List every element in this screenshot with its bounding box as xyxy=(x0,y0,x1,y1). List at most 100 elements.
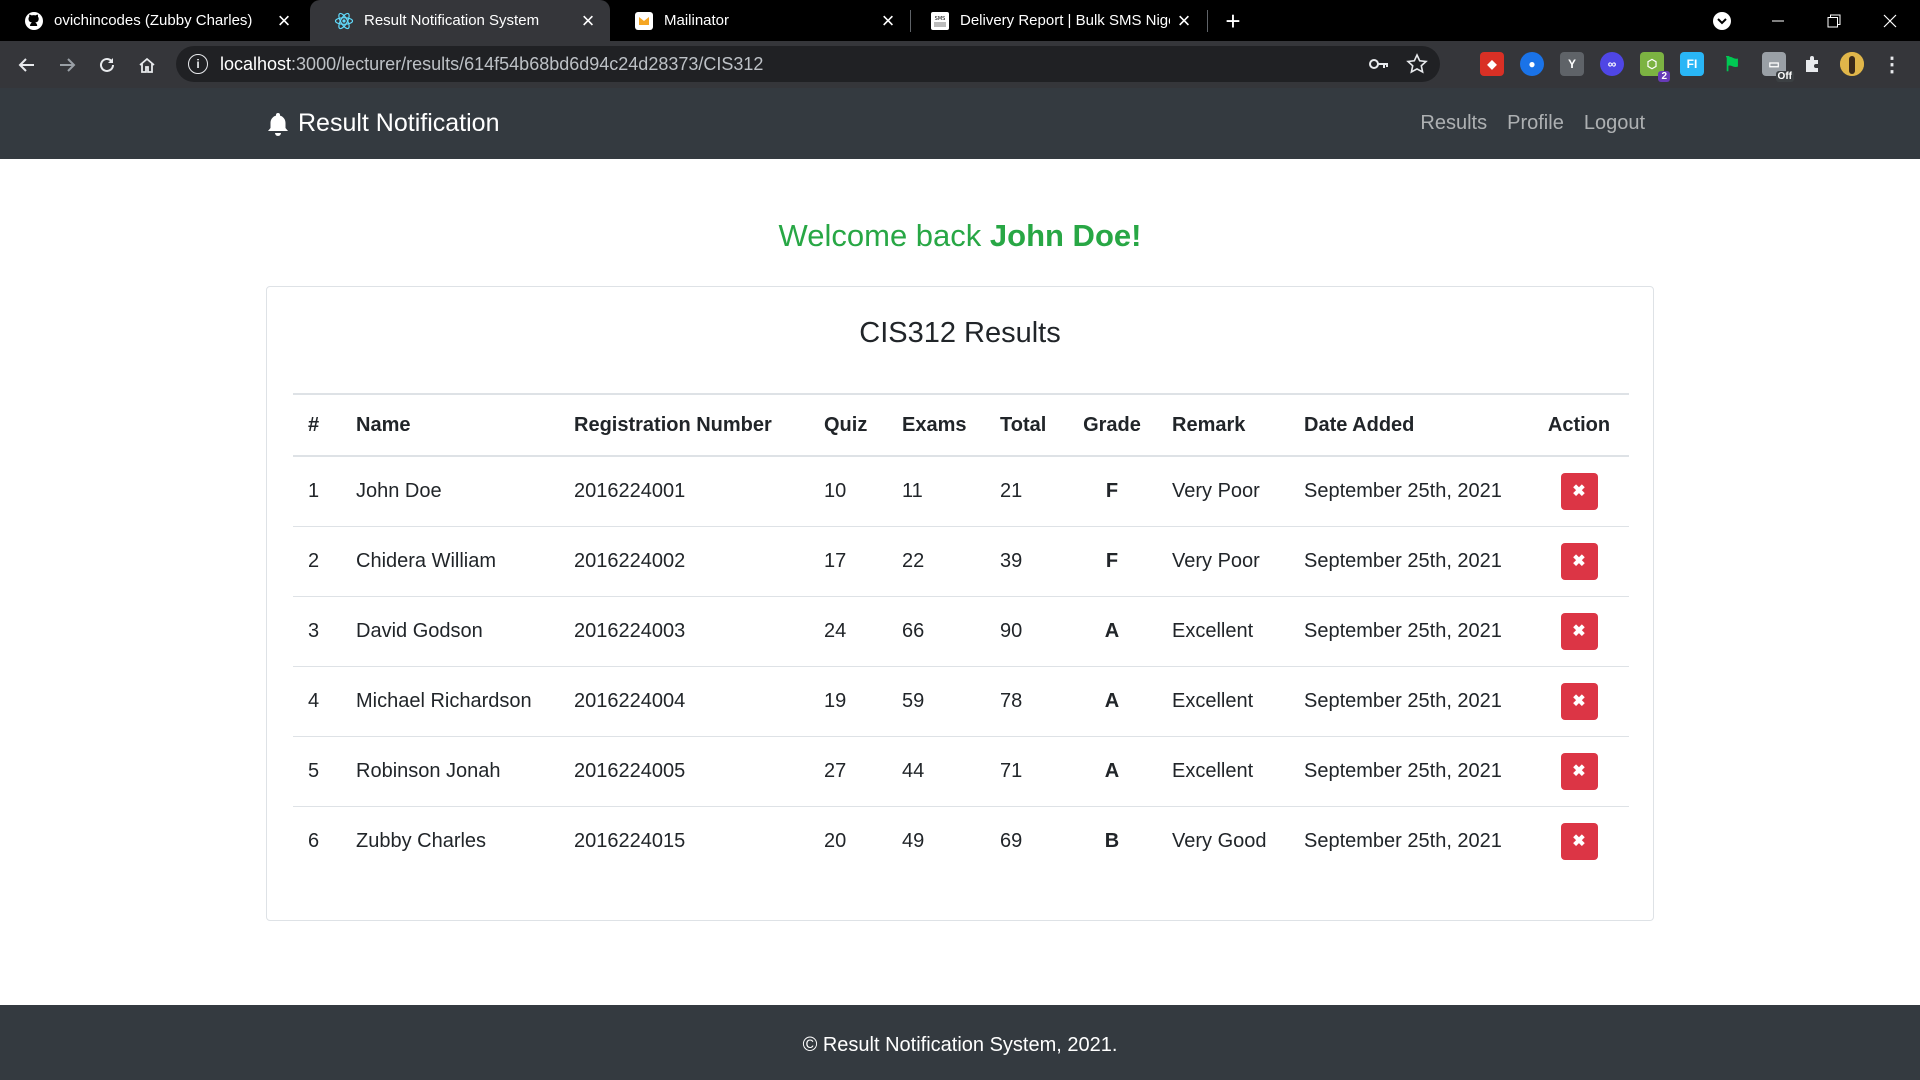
delete-button[interactable]: ✖ xyxy=(1560,612,1598,650)
cell-grade: F xyxy=(1067,526,1157,597)
col-reg-header: Registration Number xyxy=(559,393,809,457)
table-row: 5 Robinson Jonah 2016224005 27 44 71 A Excellen… xyxy=(293,736,1629,807)
brand-label: Result Notification xyxy=(298,109,500,137)
cell-num: 5 xyxy=(293,736,341,807)
cell-name: Robinson Jonah xyxy=(341,736,559,807)
cell-action: ✖ xyxy=(1529,736,1629,807)
restore-button[interactable] xyxy=(1806,0,1862,41)
tab-github[interactable]: ovichincodes (Zubby Charles) × xyxy=(0,0,306,41)
browser-tabstrip: ovichincodes (Zubby Charles) × Result No… xyxy=(0,0,1920,41)
delete-button[interactable]: ✖ xyxy=(1560,472,1598,510)
tab-search-button[interactable] xyxy=(1694,0,1750,41)
cell-reg: 2016224001 xyxy=(559,456,809,527)
close-window-button[interactable] xyxy=(1862,0,1918,41)
col-name-header: Name xyxy=(341,393,559,457)
tab-title: Result Notification System xyxy=(364,12,540,29)
cell-grade: A xyxy=(1067,736,1157,807)
cell-exams: 66 xyxy=(887,596,985,667)
cell-action: ✖ xyxy=(1529,806,1629,876)
cell-exams: 11 xyxy=(887,456,985,527)
back-button[interactable] xyxy=(11,49,43,81)
cell-remark: Excellent xyxy=(1157,596,1289,667)
cell-total: 90 xyxy=(985,596,1067,667)
ext-fi-icon[interactable]: FI xyxy=(1680,52,1704,76)
cell-grade: A xyxy=(1067,596,1157,667)
restore-icon xyxy=(1827,14,1841,27)
cell-exams: 59 xyxy=(887,666,985,737)
home-button[interactable] xyxy=(131,49,163,81)
delete-button[interactable]: ✖ xyxy=(1560,542,1598,580)
brand[interactable]: Result Notification xyxy=(266,88,499,159)
tab-title: Mailinator xyxy=(664,12,730,29)
cell-reg: 2016224015 xyxy=(574,829,686,852)
ext-y-icon[interactable]: Y xyxy=(1560,52,1584,76)
cell-action: ✖ xyxy=(1529,456,1629,527)
delete-button[interactable]: ✖ xyxy=(1560,752,1598,790)
nav-profile-link[interactable]: Profile xyxy=(1507,112,1564,135)
ext-globe-icon[interactable]: ● xyxy=(1520,52,1544,76)
cell-remark: Excellent xyxy=(1157,736,1289,807)
times-icon: ✖ xyxy=(1572,553,1586,570)
cell-total: 78 xyxy=(985,666,1067,737)
cell-num: 6 xyxy=(308,829,320,852)
cell-num: 4 xyxy=(293,666,341,737)
times-icon: ✖ xyxy=(1572,623,1586,640)
cell-grade: A xyxy=(1067,666,1157,737)
nav-logout-link[interactable]: Logout xyxy=(1584,112,1645,135)
tab-result-notification[interactable]: Result Notification System × xyxy=(310,0,610,41)
table-row: 6 Zubby Charles 2016224015 20 49 69 B Very Good… xyxy=(293,806,1629,876)
close-tab-icon[interactable]: × xyxy=(1170,7,1198,35)
home-icon xyxy=(139,57,155,73)
ext-label: FI xyxy=(1686,57,1698,71)
welcome-name: John Doe! xyxy=(989,218,1142,253)
extensions-puzzle-icon[interactable] xyxy=(1800,52,1824,76)
cell-total: 39 xyxy=(985,526,1067,597)
cell-name: John Doe xyxy=(341,456,559,527)
cell-action: ✖ xyxy=(1529,526,1629,597)
nav-results-link[interactable]: Results xyxy=(1420,112,1487,135)
cell-exams: 49 xyxy=(902,829,925,852)
ext-blue-icon[interactable]: ∞ xyxy=(1600,52,1624,76)
cell-exams: 22 xyxy=(887,526,985,597)
delete-button[interactable]: ✖ xyxy=(1560,822,1598,860)
cell-grade: F xyxy=(1067,456,1157,527)
cell-action: ✖ xyxy=(1529,666,1629,737)
col-exams-header: Exams xyxy=(887,393,985,457)
minimize-button[interactable] xyxy=(1750,0,1806,41)
arrow-left-icon xyxy=(18,58,34,72)
react-icon xyxy=(334,11,354,31)
cell-num: 2 xyxy=(293,526,341,597)
ext-green-icon[interactable]: ⬡ 2 xyxy=(1640,52,1670,82)
ext-red-icon[interactable]: ◆ xyxy=(1480,52,1504,76)
reload-button[interactable] xyxy=(91,49,123,81)
address-bar[interactable]: i localhost:3000/lecturer/results/614f54… xyxy=(176,46,1440,82)
forward-button[interactable] xyxy=(51,49,83,81)
new-tab-button[interactable]: + xyxy=(1218,6,1248,36)
ext-off-icon[interactable]: ▭ Off xyxy=(1762,52,1794,82)
tab-delivery-report[interactable]: SMS Delivery Report | Bulk SMS Nigeria × xyxy=(906,0,1206,41)
info-icon[interactable]: i xyxy=(188,54,208,74)
close-tab-icon[interactable]: × xyxy=(270,7,298,35)
close-tab-icon[interactable]: × xyxy=(574,7,602,35)
profile-avatar-icon[interactable] xyxy=(1840,52,1864,76)
cell-reg: 2016224004 xyxy=(559,666,809,737)
times-icon: ✖ xyxy=(1572,763,1586,780)
ext-pin-icon[interactable]: ⚑ xyxy=(1720,52,1744,76)
close-tab-icon[interactable]: × xyxy=(874,7,902,35)
ext-badge: Off xyxy=(1775,71,1794,82)
tab-mailinator[interactable]: Mailinator × xyxy=(610,0,910,41)
browser-toolbar: i localhost:3000/lecturer/results/614f54… xyxy=(0,41,1920,88)
arrow-right-icon xyxy=(60,58,76,72)
cell-remark: Excellent xyxy=(1157,666,1289,737)
reload-icon xyxy=(100,57,114,72)
delete-button[interactable]: ✖ xyxy=(1560,682,1598,720)
col-quiz-header: Quiz xyxy=(809,393,887,457)
times-icon: ✖ xyxy=(1572,693,1586,710)
menu-kebab-icon[interactable]: ⋮ xyxy=(1880,52,1904,76)
key-icon[interactable] xyxy=(1368,54,1390,79)
star-icon[interactable] xyxy=(1406,53,1428,80)
cell-quiz: 19 xyxy=(809,666,887,737)
table-header-row: # Name Registration Number Quiz Exams Total Gr… xyxy=(293,393,1629,457)
nav-links: Results Profile Logout xyxy=(1400,88,1645,159)
cell-quiz: 20 xyxy=(824,829,847,852)
